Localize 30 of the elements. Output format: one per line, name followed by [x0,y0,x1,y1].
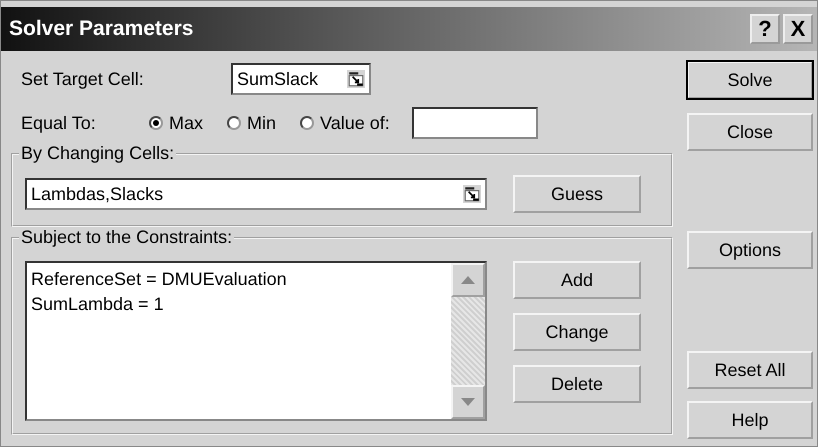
target-cell-field[interactable]: SumSlack [231,63,371,95]
radio-option[interactable]: Value of: [300,112,390,134]
window-title: Solver Parameters [9,17,194,41]
dialog-button[interactable]: Solve [687,61,813,99]
guess-button[interactable]: Guess [513,175,641,213]
range-select-icon[interactable] [347,70,365,88]
constraint-button[interactable]: Delete [513,365,641,403]
constraint-button[interactable]: Change [513,313,641,351]
dialog-button[interactable]: Close [687,113,813,151]
caption-button[interactable]: ? [750,14,780,44]
range-select-icon[interactable] [463,185,481,203]
radio-icon[interactable] [227,116,242,130]
radio-icon[interactable] [300,116,314,130]
group-title: By Changing Cells: [19,143,176,164]
equal-to-label: Equal To: [21,112,97,134]
constraint-item[interactable]: SumLambda = 1 [31,292,447,317]
caption-button[interactable]: X [783,14,813,44]
radio-icon[interactable] [149,116,163,130]
constraints-list[interactable]: ReferenceSet = DMUEvaluation SumLambda = 1 [25,261,487,421]
dialog-button[interactable]: Help [687,401,813,439]
group-title: Subject to the Constraints: [19,227,234,248]
constraint-item[interactable]: ReferenceSet = DMUEvaluation [31,267,447,292]
target-cell-label: Set Target Cell: [21,68,145,90]
radio-option[interactable]: Max [149,112,204,134]
dialog-button[interactable]: Options [687,231,813,269]
constraint-button[interactable]: Add [513,261,641,299]
dialog-button[interactable]: Reset All [687,351,813,389]
radio-option[interactable]: Min [227,112,276,134]
changing-cells-field[interactable]: Lambdas,Slacks [25,178,487,210]
value-field[interactable] [412,107,538,139]
